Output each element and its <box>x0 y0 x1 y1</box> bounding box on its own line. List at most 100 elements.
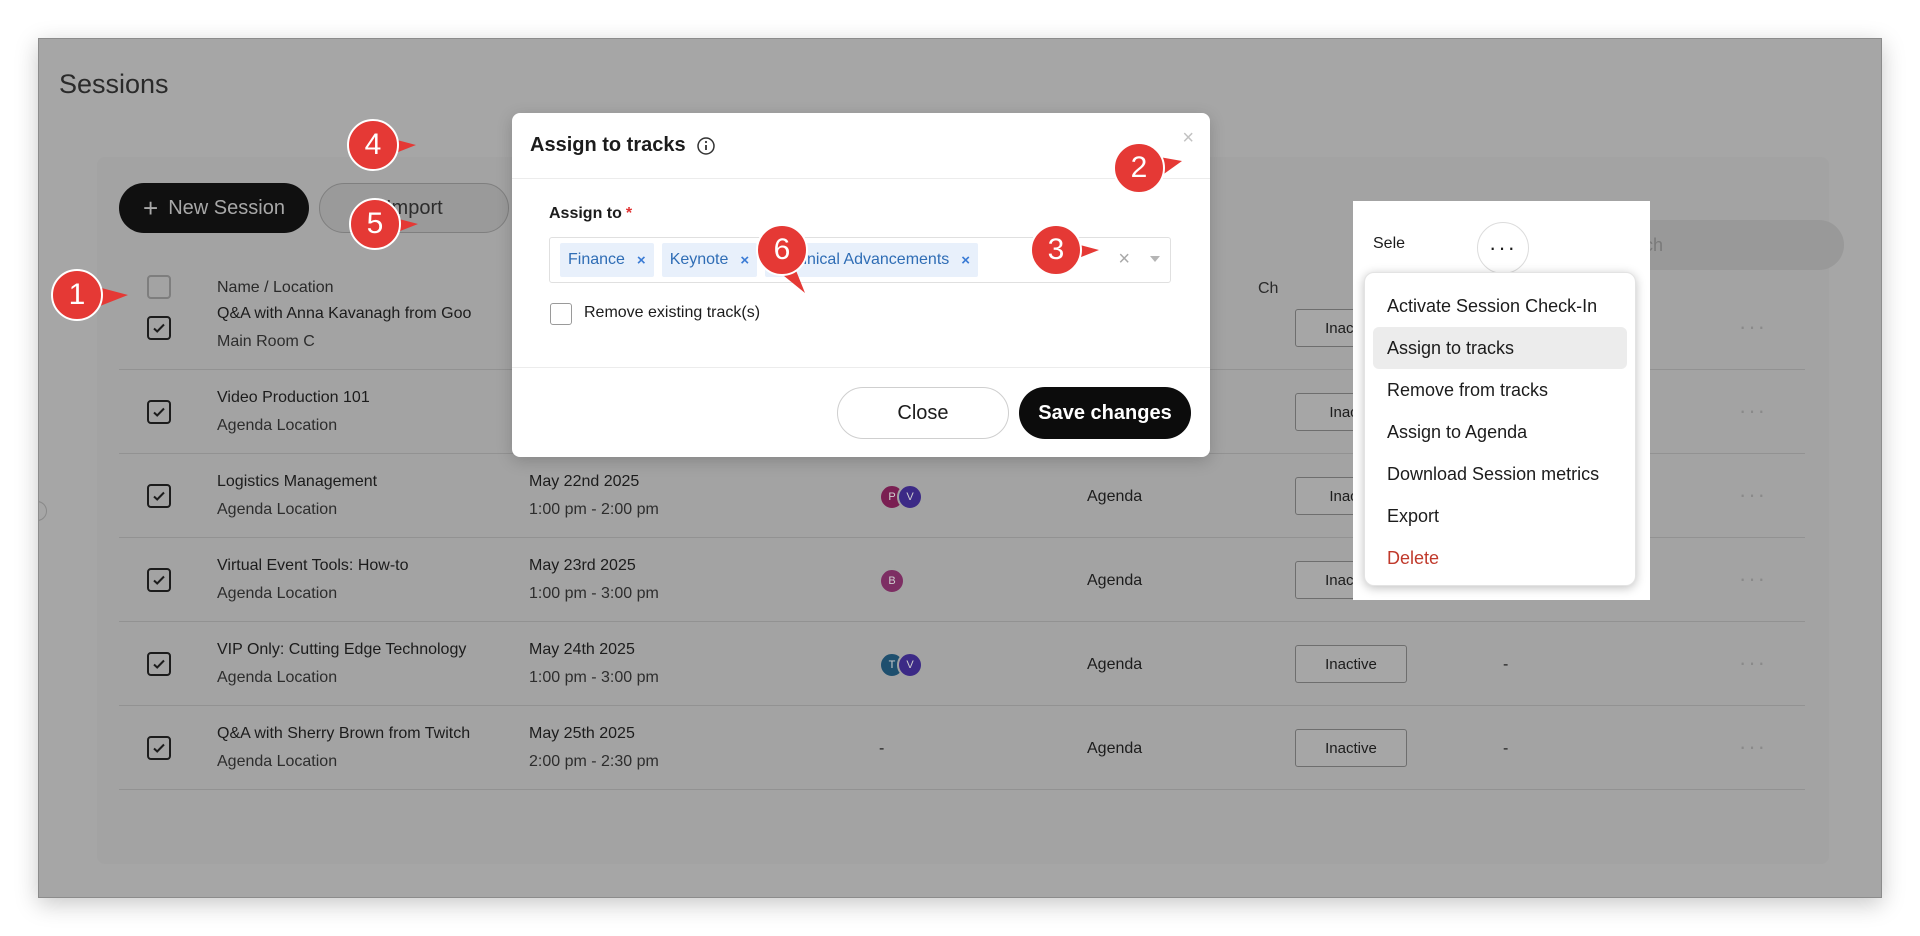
row-checkbox[interactable] <box>147 652 171 676</box>
status-button[interactable]: Inactive <box>1295 645 1407 683</box>
clear-icon[interactable]: × <box>1118 248 1130 271</box>
assign-to-label: Assign to * <box>549 205 632 223</box>
session-time: 1:00 pm - 3:00 pm <box>529 585 659 602</box>
check-icon <box>153 323 165 333</box>
session-location: Agenda Location <box>217 753 338 770</box>
remove-tag-icon[interactable]: × <box>740 252 749 269</box>
row-checkbox[interactable] <box>147 400 171 424</box>
step-callout-3: 3 <box>1029 223 1099 287</box>
checkin-value: - <box>1503 740 1509 757</box>
session-location: Agenda Location <box>217 417 338 434</box>
session-name[interactable]: Q&A with Sherry Brown from Twitch <box>217 725 470 743</box>
bulk-actions-menu: Activate Session Check-In Assign to track… <box>1364 272 1636 586</box>
callout-number: 6 <box>773 233 791 266</box>
remove-existing-label: Remove existing track(s) <box>584 304 761 321</box>
modal-title: Assign to tracks <box>530 134 686 156</box>
close-icon[interactable]: × <box>1182 127 1194 150</box>
session-time: 1:00 pm - 3:00 pm <box>529 669 659 686</box>
modal-header: Assign to tracks <box>512 113 1210 179</box>
row-checkbox[interactable] <box>147 484 171 508</box>
more-actions-button[interactable]: ··· <box>1477 222 1529 274</box>
menu-item-delete[interactable]: Delete <box>1373 537 1627 579</box>
callout-number: 2 <box>1130 151 1148 184</box>
check-icon <box>153 575 165 585</box>
row-more-icon[interactable]: ··· <box>1739 566 1767 592</box>
row-more-icon[interactable]: ··· <box>1739 650 1767 676</box>
session-name[interactable]: Video Production 101 <box>217 389 370 407</box>
plus-icon: + <box>143 193 159 223</box>
track-tag: Keynote × <box>661 243 758 277</box>
table-row[interactable]: Q&A with Sherry Brown from Twitch Agenda … <box>119 706 1805 790</box>
remove-existing-checkbox[interactable] <box>550 303 572 325</box>
menu-item-remove-from-tracks[interactable]: Remove from tracks <box>1373 369 1627 411</box>
session-type: Agenda <box>1087 488 1143 505</box>
new-session-button[interactable]: + New Session <box>119 183 309 233</box>
step-callout-1: 1 <box>50 268 128 332</box>
session-type: Agenda <box>1087 740 1143 757</box>
callout-number: 5 <box>366 207 384 240</box>
speaker-avatars: TV <box>879 652 923 678</box>
chevron-down-icon[interactable] <box>1150 256 1160 262</box>
ellipsis-icon: ··· <box>1489 235 1517 260</box>
check-icon <box>153 659 165 669</box>
row-more-icon[interactable]: ··· <box>1739 398 1767 424</box>
session-type: Agenda <box>1087 572 1143 589</box>
session-time: 1:00 pm - 2:00 pm <box>529 501 659 518</box>
collapse-handle[interactable] <box>39 501 47 521</box>
check-icon <box>153 743 165 753</box>
save-changes-button[interactable]: Save changes <box>1019 387 1191 439</box>
page-title: Sessions <box>59 69 169 99</box>
callout-number: 3 <box>1047 233 1065 266</box>
row-checkbox[interactable] <box>147 736 171 760</box>
menu-item-download-session-metrics[interactable]: Download Session metrics <box>1373 453 1627 495</box>
menu-item-export[interactable]: Export <box>1373 495 1627 537</box>
row-more-icon[interactable]: ··· <box>1739 482 1767 508</box>
session-name[interactable]: Q&A with Anna Kavanagh from Goo <box>217 305 471 323</box>
session-time: 2:00 pm - 2:30 pm <box>529 753 659 770</box>
session-name[interactable]: Logistics Management <box>217 473 377 491</box>
close-button[interactable]: Close <box>837 387 1009 439</box>
track-tag: Finance × <box>560 243 654 277</box>
speaker-empty: - <box>879 740 885 757</box>
required-mark: * <box>625 205 633 222</box>
session-location: Agenda Location <box>217 669 338 686</box>
session-date: May 22nd 2025 <box>529 473 640 490</box>
remove-tag-icon[interactable]: × <box>637 252 646 269</box>
menu-item-assign-to-tracks[interactable]: Assign to tracks <box>1373 327 1627 369</box>
assign-to-text: Assign to <box>549 205 622 222</box>
row-more-icon[interactable]: ··· <box>1739 734 1767 760</box>
session-location: Agenda Location <box>217 501 338 518</box>
session-name[interactable]: Virtual Event Tools: How-to <box>217 557 409 575</box>
remove-tag-icon[interactable]: × <box>961 252 970 269</box>
table-row[interactable]: VIP Only: Cutting Edge Technology Agenda … <box>119 622 1805 706</box>
select-label: Sele <box>1373 235 1406 252</box>
speaker-avatars: B <box>879 568 905 594</box>
step-callout-5: 5 <box>348 197 418 261</box>
row-checkbox[interactable] <box>147 316 171 340</box>
session-name[interactable]: VIP Only: Cutting Edge Technology <box>217 641 466 659</box>
status-button[interactable]: Inactive <box>1295 729 1407 767</box>
callout-number: 4 <box>364 128 382 161</box>
track-tag-label: Finance <box>568 251 625 268</box>
row-more-icon[interactable]: ··· <box>1739 314 1767 340</box>
menu-item-assign-to-agenda[interactable]: Assign to Agenda <box>1373 411 1627 453</box>
avatar: V <box>897 484 923 510</box>
check-icon <box>153 491 165 501</box>
speaker-avatars: PV <box>879 484 923 510</box>
session-date: May 23rd 2025 <box>529 557 636 574</box>
menu-item-activate-session-check-in[interactable]: Activate Session Check-In <box>1373 285 1627 327</box>
step-callout-2: 2 <box>1112 141 1182 205</box>
track-tag-label: Keynote <box>669 251 729 268</box>
step-callout-6: 6 <box>755 223 819 293</box>
avatar: B <box>879 568 905 594</box>
row-checkbox[interactable] <box>147 568 171 592</box>
step-callout-4: 4 <box>346 118 416 182</box>
info-icon[interactable] <box>696 136 716 156</box>
session-type: Agenda <box>1087 656 1143 673</box>
session-location: Agenda Location <box>217 585 338 602</box>
callout-number: 1 <box>68 278 86 311</box>
new-session-label: New Session <box>168 196 285 219</box>
screenshot-frame: Sessions + New Session Import Search Nam… <box>38 38 1882 898</box>
avatar: V <box>897 652 923 678</box>
session-date: May 24th 2025 <box>529 641 635 658</box>
